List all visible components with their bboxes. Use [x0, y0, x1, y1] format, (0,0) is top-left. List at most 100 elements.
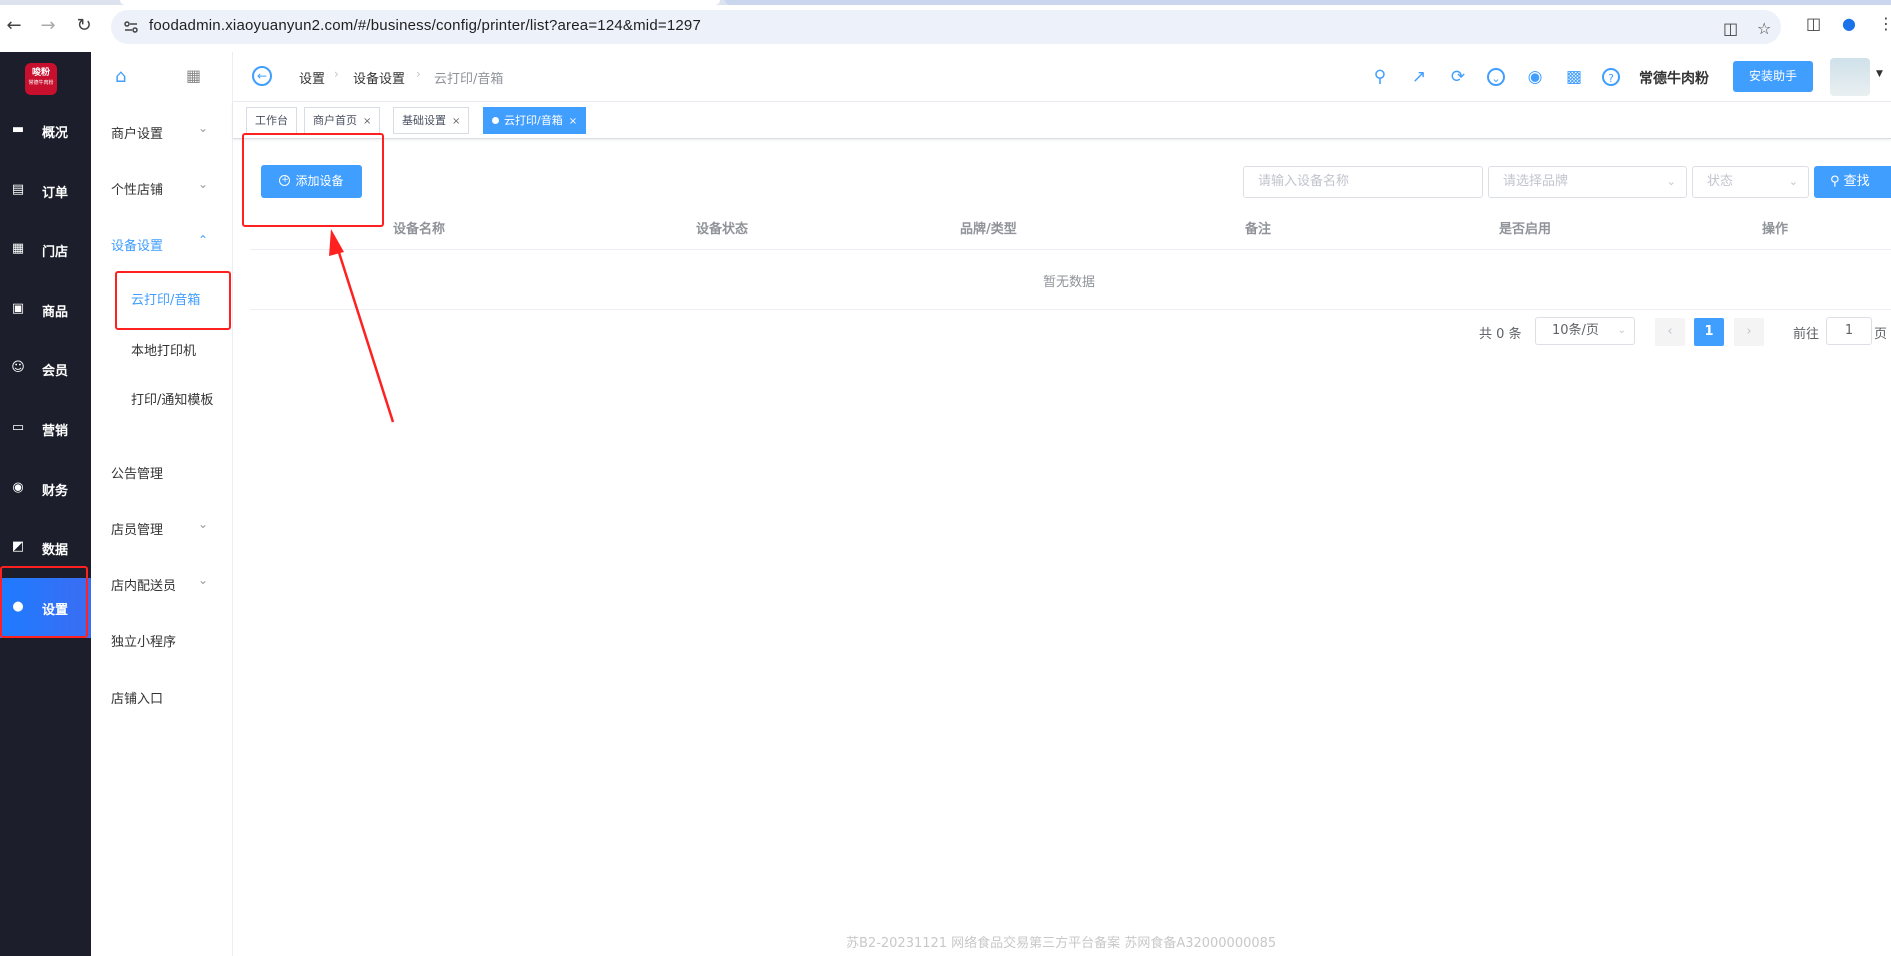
tab-merchant-home[interactable]: 商户首页 ×: [304, 107, 381, 134]
tab-cloud-print[interactable]: 云打印/音箱 ×: [483, 107, 587, 134]
sub-nav-label: 商户设置: [111, 127, 164, 142]
main-nav-label: 财务: [42, 483, 69, 499]
sub-nav-item-6[interactable]: 独立小程序: [91, 614, 233, 664]
chevron-down-icon: ⌄: [1788, 175, 1798, 188]
main-nav-label: 数据: [42, 543, 69, 559]
next-page-button[interactable]: ›: [1734, 318, 1764, 346]
browser-reload-icon[interactable]: ↻: [72, 14, 96, 38]
sub-sidebar: ⌂ ▦ 商户设置 ⌄ 个性店铺 ⌄ 设备设置 ⌃ 公告管理 店员管理 ⌄ 店内配送员 ⌄ 独立小程序店…: [91, 52, 233, 956]
sub-nav-item-5[interactable]: 店内配送员 ⌄: [91, 558, 233, 608]
main-nav-item-1[interactable]: ▤ 订单: [0, 161, 91, 221]
sub-nav-label: 店内配送员: [111, 579, 177, 594]
page-number-button[interactable]: 1: [1694, 318, 1724, 346]
top-header: ← 设置 › 设备设置 › 云打印/音箱 ⚲ ↗ ⟳ ⌄ ◉ ▩ ? 常德牛肉粉…: [233, 52, 1891, 102]
main-nav-item-5[interactable]: ▭ 营销: [0, 399, 91, 459]
browser-menu-icon[interactable]: ⋮: [1878, 14, 1891, 33]
footer-license: 苏B2-20231121 网络食品交易第三方平台备案 苏网食备A32000000…: [846, 936, 1277, 951]
sub-nav-item-0[interactable]: 商户设置 ⌄: [91, 106, 233, 156]
brand-logo: 唆粉 常德牛肉粉: [25, 63, 57, 95]
main-nav-item-6[interactable]: ◉ 财务: [0, 459, 91, 519]
goto-page-input[interactable]: 1: [1826, 317, 1872, 345]
page-size-select[interactable]: 10条/页 ⌄: [1535, 317, 1635, 345]
page-suffix: 页: [1874, 327, 1888, 342]
dashboard-icon: ▬: [11, 122, 25, 137]
tab-close-icon[interactable]: ×: [363, 116, 371, 127]
tabs-bar: 工作台 商户首页 × 基础设置 × 云打印/音箱 ×: [233, 102, 1891, 139]
main-nav-label: 会员: [42, 364, 69, 380]
sub-nav-label: 店员管理: [111, 523, 164, 538]
breadcrumb-separator: ›: [334, 67, 339, 81]
sub-nav-item-3[interactable]: 公告管理: [91, 446, 233, 496]
apps-grid-icon[interactable]: ▦: [186, 66, 206, 86]
sub-nav-item-2[interactable]: 设备设置 ⌃: [91, 218, 233, 268]
fullscreen-icon[interactable]: ↗: [1408, 66, 1430, 88]
tab-basic-settings[interactable]: 基础设置 ×: [393, 107, 470, 134]
sub-nav-item-1[interactable]: 个性店铺 ⌄: [91, 162, 233, 212]
main-nav-item-3[interactable]: ▣ 商品: [0, 280, 91, 340]
main-nav-label: 订单: [42, 185, 69, 201]
main-nav-item-4[interactable]: ☺ 会员: [0, 339, 91, 399]
main-nav-item-2[interactable]: ▦ 门店: [0, 220, 91, 280]
marketing-icon: ▭: [11, 420, 25, 435]
sub-nav-child-label: 打印/通知模板: [131, 393, 214, 408]
bookmark-star-icon[interactable]: ☆: [1757, 19, 1771, 38]
tab-close-icon[interactable]: ×: [452, 116, 460, 127]
pagination-total: 共 0 条: [1479, 327, 1522, 342]
order-icon: ▤: [11, 181, 25, 197]
active-dot-icon: [492, 116, 499, 124]
tab-workbench[interactable]: 工作台: [246, 107, 297, 134]
annotation-box-settings: [0, 566, 88, 638]
install-app-icon[interactable]: ◫: [1723, 19, 1738, 38]
sub-nav-child-1[interactable]: 本地打印机: [91, 323, 233, 373]
sub-nav-item-7[interactable]: 店铺入口: [91, 671, 233, 721]
sub-nav-item-4[interactable]: 店员管理 ⌄: [91, 502, 233, 552]
back-arrow-icon[interactable]: ←: [252, 66, 272, 86]
side-panel-icon[interactable]: ◫: [1806, 14, 1821, 33]
sub-nav-label: 个性店铺: [111, 183, 164, 198]
chevron-up-icon: ⌃: [198, 233, 209, 247]
sub-nav-label: 店铺入口: [111, 692, 164, 707]
column-device-name: 设备名称: [393, 222, 446, 237]
home-icon[interactable]: ⌂: [115, 66, 135, 87]
site-settings-icon[interactable]: [123, 19, 139, 35]
main-nav-item-0[interactable]: ▬ 概况: [0, 101, 91, 161]
store-icon: ▦: [11, 241, 25, 257]
avatar-caret-icon[interactable]: ▼: [1876, 69, 1883, 79]
refresh-icon[interactable]: ⟳: [1447, 66, 1469, 88]
url-text: foodadmin.xiaoyuanyun2.com/#/business/co…: [149, 17, 702, 34]
finance-icon: ◉: [12, 479, 24, 495]
sub-nav-child-2[interactable]: 打印/通知模板: [91, 372, 233, 422]
empty-text: 暂无数据: [1043, 275, 1096, 290]
sub-sidebar-top: ⌂ ▦: [91, 52, 233, 102]
prev-page-button[interactable]: ‹: [1655, 318, 1685, 346]
breadcrumb-item-1[interactable]: 设备设置: [353, 68, 405, 87]
breadcrumb-item-0[interactable]: 设置: [299, 68, 325, 87]
tab-close-icon[interactable]: ×: [569, 116, 577, 127]
main-sidebar: 唆粉 常德牛肉粉 ▬ 概况 ▤ 订单 ▦ 门店 ▣ 商品 ☺ 会员 ▭ 营销 ◉ 财务 ◩ 数据 ● 设置: [0, 52, 91, 956]
goods-icon: ▣: [11, 300, 25, 316]
avatar[interactable]: [1830, 58, 1870, 96]
chevron-down-icon: ⌄: [1666, 175, 1676, 188]
browser-tabstrip: [0, 0, 1891, 5]
brand-select[interactable]: 请选择品牌 ⌄: [1488, 166, 1687, 198]
help-icon[interactable]: ?: [1602, 68, 1620, 86]
browser-back-icon[interactable]: ←: [2, 14, 26, 38]
monitor-icon[interactable]: ▩: [1563, 66, 1585, 88]
search-icon[interactable]: ⚲: [1369, 66, 1391, 88]
browser-forward-icon[interactable]: →: [36, 14, 60, 38]
column-brand-type: 品牌/类型: [960, 222, 1017, 237]
device-name-input[interactable]: 请输入设备名称: [1243, 166, 1483, 198]
address-bar[interactable]: foodadmin.xiaoyuanyun2.com/#/business/co…: [111, 10, 1781, 44]
search-icon: ⚲: [1830, 174, 1840, 189]
chevron-down-icon: ⌄: [198, 573, 209, 587]
install-helper-button[interactable]: 安装助手: [1733, 61, 1813, 92]
profile-icon[interactable]: ●: [1842, 14, 1856, 33]
status-select[interactable]: 状态 ⌄: [1692, 166, 1809, 198]
eye-icon[interactable]: ◉: [1524, 66, 1546, 88]
browser-chrome: ← → ↻ foodadmin.xiaoyuanyun2.com/#/busin…: [0, 0, 1891, 52]
download-icon[interactable]: ⌄: [1487, 68, 1505, 86]
goto-label: 前往: [1793, 327, 1820, 342]
search-button[interactable]: ⚲ 查找: [1814, 166, 1891, 198]
table-empty-row: 暂无数据: [250, 250, 1891, 310]
breadcrumb-separator: ›: [416, 67, 421, 81]
